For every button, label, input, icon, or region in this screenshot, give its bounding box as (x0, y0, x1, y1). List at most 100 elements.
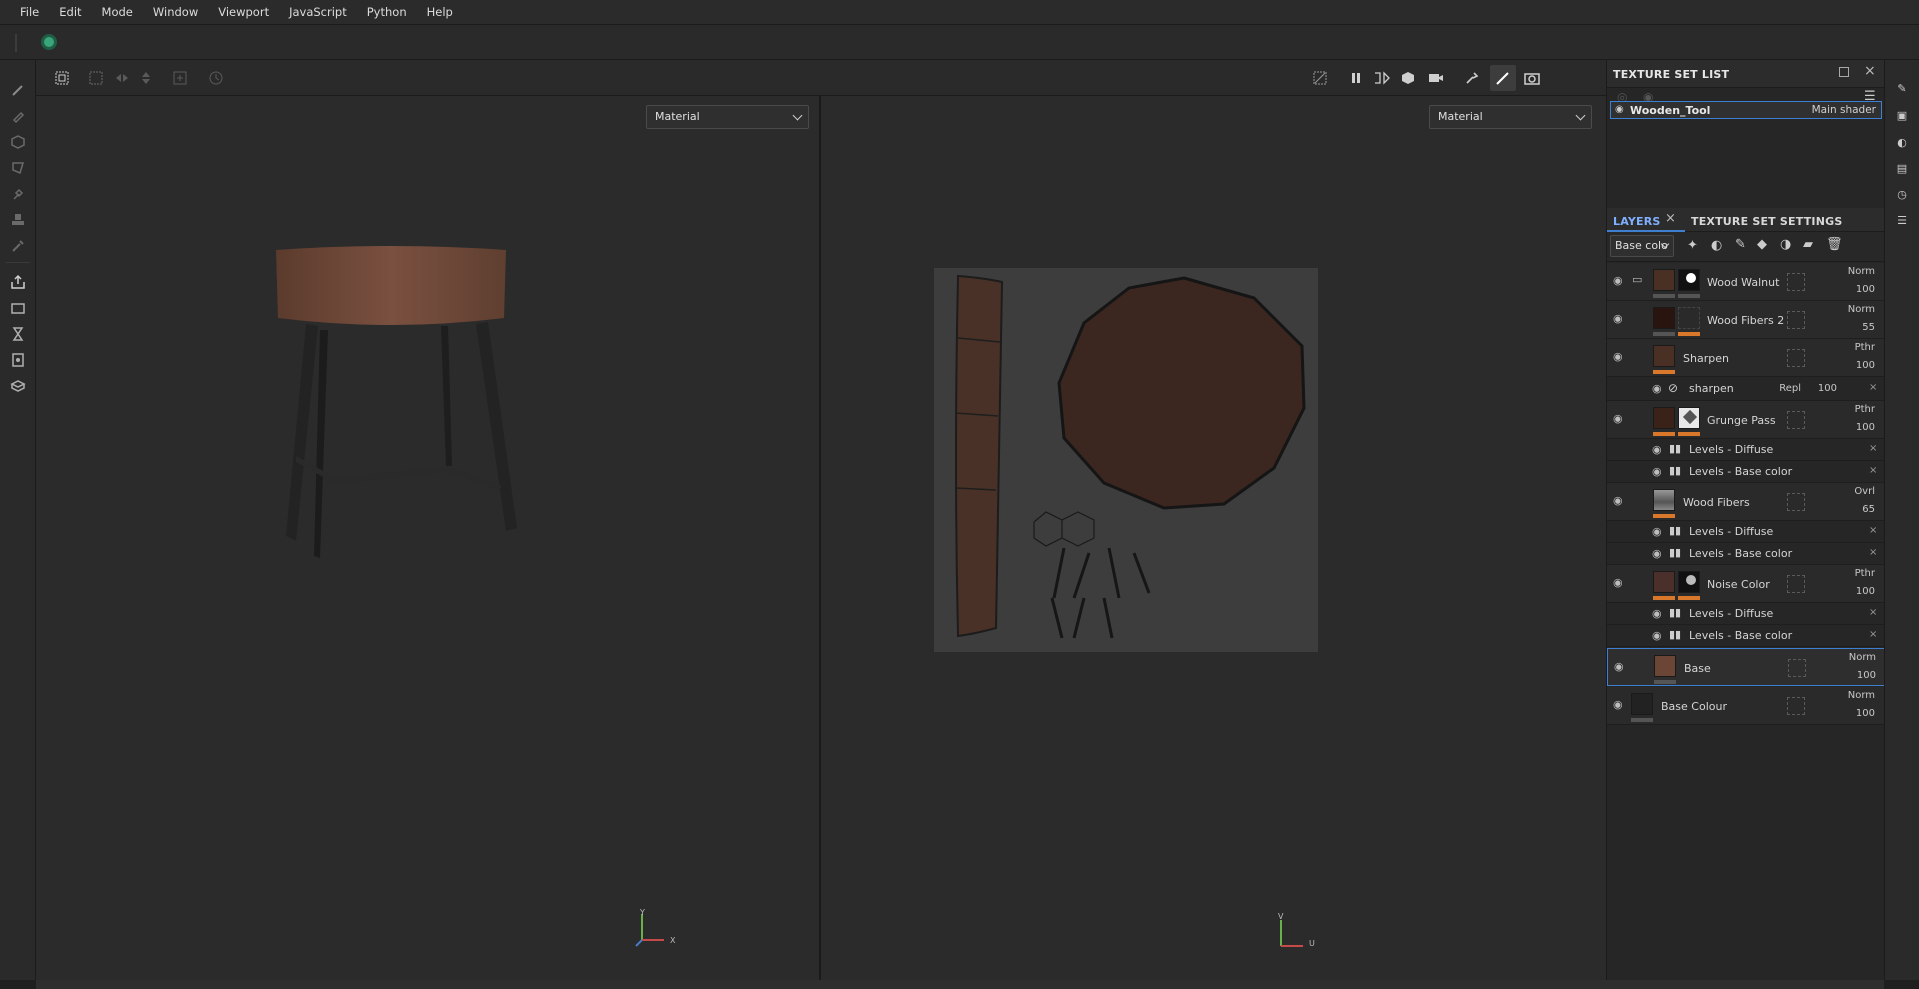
opacity-value[interactable]: 65 (1825, 504, 1875, 515)
layer-name[interactable]: Sharpen (1683, 352, 1729, 365)
opacity-value[interactable]: 100 (1825, 360, 1875, 371)
mirror-y-icon[interactable] (136, 68, 156, 88)
layer-thumbnail[interactable] (1631, 693, 1653, 715)
blend-mode[interactable]: Norm (1825, 304, 1875, 315)
remove-filter-icon[interactable]: × (1869, 382, 1877, 393)
filter-name[interactable]: Levels - Base color (1689, 547, 1792, 560)
eye-icon[interactable]: ◉ (1613, 494, 1627, 508)
display-cube-icon[interactable] (1398, 68, 1418, 88)
blend-mode[interactable]: Norm (1825, 690, 1875, 701)
viewport-2d-channel-select[interactable]: Material (1429, 105, 1592, 129)
eye-icon[interactable]: ◉ (1652, 382, 1666, 396)
screenshot-icon[interactable] (1522, 68, 1542, 88)
eye-icon[interactable]: ◉ (1652, 443, 1666, 457)
layer-name[interactable]: Base (1684, 662, 1711, 675)
mirror-x-icon[interactable] (112, 68, 132, 88)
remove-filter-icon[interactable]: × (1869, 547, 1877, 558)
eraser-icon[interactable] (8, 106, 28, 126)
blend-mode[interactable]: Pthr (1825, 404, 1875, 415)
eye-icon[interactable]: ◉ (1652, 525, 1666, 539)
layer-thumbnail[interactable] (1654, 655, 1676, 677)
uv-texture-canvas[interactable] (934, 268, 1318, 652)
blend-mode[interactable]: Pthr (1825, 568, 1875, 579)
plugin-icon[interactable] (41, 34, 57, 50)
remove-filter-icon[interactable]: × (1869, 525, 1877, 536)
layer-row[interactable]: ◉ Base Colour Norm 100 (1607, 687, 1885, 725)
layer-mask-slot[interactable] (1787, 311, 1805, 329)
layer-mask-slot[interactable] (1787, 273, 1805, 291)
blend-mode[interactable]: Norm (1826, 652, 1876, 663)
delete-layer-icon[interactable]: 🗑 (1826, 237, 1843, 252)
smudge-icon[interactable] (8, 184, 28, 204)
history-panel-icon[interactable]: ◷ (1892, 184, 1912, 204)
layer-name[interactable]: Base Colour (1661, 700, 1727, 713)
eye-icon[interactable]: ◉ (1652, 607, 1666, 621)
blend-mode[interactable]: Norm (1825, 266, 1875, 277)
polygon-fill-icon[interactable] (8, 158, 28, 178)
bake-icon[interactable] (8, 298, 28, 318)
add-folder-icon[interactable]: ▰ (1803, 237, 1813, 252)
layer-thumbnail[interactable] (1653, 269, 1675, 291)
eye-icon[interactable]: ◉ (1652, 547, 1666, 561)
menu-file[interactable]: File (10, 0, 49, 24)
document-search-icon[interactable] (8, 350, 28, 370)
add-fill-layer-icon[interactable]: ◆ (1757, 237, 1767, 252)
opacity-value[interactable]: 100 (1825, 586, 1875, 597)
filter-name[interactable]: Levels - Base color (1689, 629, 1792, 642)
paint-brush-icon[interactable] (8, 80, 28, 100)
layer-row[interactable]: ◉ Noise Color Pthr 100 (1607, 565, 1885, 603)
viewport-3d-channel-select[interactable]: Material (646, 105, 809, 129)
filter-row[interactable]: ◉ ▮▮ Levels - Base color × (1607, 461, 1885, 483)
paint-mode-toggle[interactable] (1490, 65, 1516, 91)
blend-mode[interactable]: Pthr (1825, 342, 1875, 353)
layer-mask-slot[interactable] (1787, 575, 1805, 593)
filter-row[interactable]: ◉ ▮▮ Levels - Diffuse × (1607, 521, 1885, 543)
filter-row[interactable]: ◉ ▮▮ Levels - Base color × (1607, 543, 1885, 565)
layer-name[interactable]: Wood Fibers 2 (1707, 314, 1784, 327)
eye-icon[interactable]: ◉ (1613, 350, 1627, 364)
clone-stamp-icon[interactable] (8, 210, 28, 230)
layer-name[interactable]: Grunge Pass (1707, 414, 1776, 427)
brush-properties-icon[interactable]: ✎ (1892, 78, 1912, 98)
layer-name[interactable]: Wood Fibers (1683, 496, 1750, 509)
mask-thumbnail[interactable] (1678, 307, 1700, 329)
mask-thumbnail[interactable] (1678, 407, 1700, 429)
opacity-value[interactable]: 100 (1825, 708, 1875, 719)
split-view-icon[interactable] (1372, 68, 1392, 88)
eye-icon[interactable]: ◉ (1613, 312, 1627, 326)
menu-mode[interactable]: Mode (92, 0, 143, 24)
filter-name[interactable]: Levels - Diffuse (1689, 443, 1773, 456)
filter-row[interactable]: ◉ ▮▮ Levels - Diffuse × (1607, 439, 1885, 461)
select-all-icon[interactable] (52, 68, 72, 88)
filter-name[interactable]: Levels - Diffuse (1689, 607, 1773, 620)
pause-icon[interactable] (1346, 68, 1366, 88)
remove-filter-icon[interactable]: × (1869, 465, 1877, 476)
layer-mask-slot[interactable] (1787, 493, 1805, 511)
remove-filter-icon[interactable]: × (1869, 607, 1877, 618)
opacity-value[interactable]: 100 (1825, 422, 1875, 433)
eye-icon[interactable]: ◉ (1613, 412, 1627, 426)
layer-row[interactable]: ◉ ▭ Wood Walnut Norm 100 (1607, 263, 1885, 301)
add-paint-layer-icon[interactable]: ✎ (1735, 237, 1746, 252)
mesh-icon[interactable] (8, 376, 28, 396)
log-icon[interactable]: ☰ (1892, 210, 1912, 230)
viewport-3d[interactable]: Material Y X (36, 96, 819, 980)
remove-filter-icon[interactable]: × (1869, 443, 1877, 454)
eye-icon[interactable]: ◉ (1613, 274, 1627, 288)
filter-row[interactable]: ◉ ▮▮ Levels - Diffuse × (1607, 603, 1885, 625)
opacity-value[interactable]: 100 (1807, 383, 1837, 394)
eye-icon[interactable]: ◉ (1614, 660, 1628, 674)
tab-layers[interactable]: LAYERS (1613, 215, 1661, 228)
eye-icon[interactable]: ◉ (1613, 576, 1627, 590)
add-object-icon[interactable] (170, 68, 190, 88)
add-smart-material-icon[interactable]: ◑ (1780, 237, 1791, 252)
filter-row[interactable]: ◉ ⊘ sharpen Repl 100 × (1607, 377, 1885, 401)
eye-icon[interactable]: ◉ (1652, 629, 1666, 643)
layer-mask-slot[interactable] (1787, 349, 1805, 367)
menu-javascript[interactable]: JavaScript (279, 0, 357, 24)
viewport-2d[interactable]: Material V U (821, 96, 1606, 980)
channel-select[interactable]: Base colo (1610, 235, 1674, 257)
opacity-value[interactable]: 100 (1826, 670, 1876, 681)
lighting-icon[interactable] (1462, 68, 1482, 88)
color-picker-icon[interactable] (8, 236, 28, 256)
